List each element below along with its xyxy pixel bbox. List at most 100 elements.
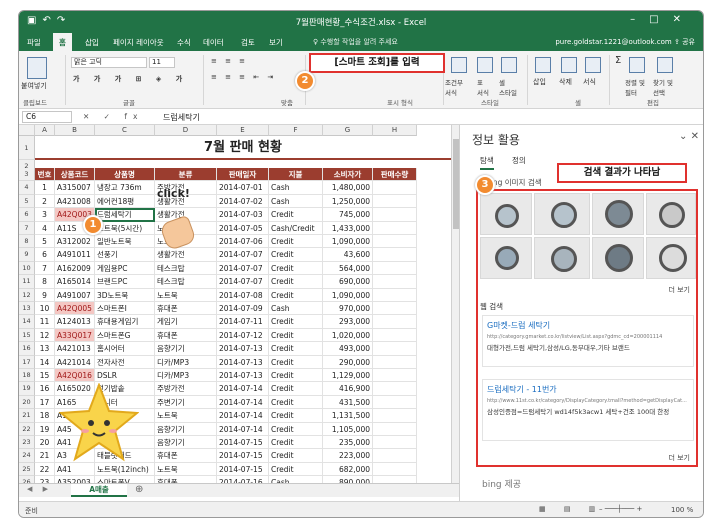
table-cell[interactable]: 노트북 [155,462,217,477]
row-header[interactable]: 5 [19,194,35,209]
row-header[interactable]: 9 [19,248,35,262]
sort-filter-icon[interactable] [629,57,645,73]
table-cell[interactable]: 14 [35,355,55,369]
table-cell[interactable]: 노트북 [155,288,217,302]
table-cell[interactable]: 493,000 [323,342,373,356]
table-cell[interactable]: 냉장고 736m [95,181,155,195]
table-cell[interactable]: Credit [269,261,323,276]
table-cell[interactable]: Credit [269,328,323,343]
pane-options-icon[interactable]: ⌄ [679,131,687,142]
table-cell[interactable] [373,181,417,195]
header-cell-col-e[interactable]: 판매일자 [217,168,269,182]
row-header[interactable]: 25 [19,462,35,477]
pane-controls[interactable]: ⌄ ✕ [679,131,699,142]
table-cell[interactable]: Credit [269,436,323,450]
table-cell[interactable]: 17 [35,395,55,410]
tab-define[interactable]: 정의 [512,155,526,166]
table-cell[interactable]: 1,250,000 [323,194,373,209]
row-header[interactable]: 1 [19,136,35,160]
table-cell[interactable]: 휴대용게임기 [95,315,155,329]
format-cells-button[interactable]: 서식 [583,77,596,87]
table-cell[interactable]: 1,090,000 [323,288,373,302]
table-cell[interactable]: 682,000 [323,462,373,477]
table-cell[interactable]: Cash [269,302,323,316]
table-cell[interactable]: A315007 [55,181,95,195]
image-result-4[interactable] [646,193,696,235]
table-cell[interactable]: 디카/MP3 [155,355,217,369]
table-cell[interactable]: Credit [269,355,323,369]
row-header[interactable]: 24 [19,449,35,463]
table-cell[interactable] [373,462,417,477]
row-header[interactable]: 7 [19,221,35,235]
table-cell[interactable]: A421013 [55,342,95,356]
row-header[interactable]: 13 [19,302,35,316]
web-result-2[interactable]: 드럼세탁기 - 11번가 http://www.11st.co.kr/categ… [482,379,694,441]
tab-explore[interactable]: 탐색 [480,155,494,170]
table-cell[interactable]: 전자사전 [95,355,155,369]
table-cell[interactable]: A491007 [55,288,95,302]
table-cell[interactable]: 2014-07-07 [217,275,269,289]
table-cell[interactable]: Cash/Credit [269,221,323,235]
table-cell[interactable]: 2014-07-14 [217,422,269,436]
tab-page-layout[interactable]: 페이지 레이아웃 [113,37,164,48]
conditional-format-button[interactable]: 조건부 서식 [445,77,463,97]
table-cell[interactable]: 5 [35,235,55,249]
table-cell[interactable]: 2014-07-13 [217,342,269,356]
table-cell[interactable]: 에어컨18평 [95,194,155,209]
table-cell[interactable]: 293,000 [323,315,373,329]
table-cell[interactable] [373,328,417,343]
table-cell[interactable]: Credit [269,248,323,262]
table-cell[interactable]: 431,500 [323,395,373,410]
tab-formulas[interactable]: 수식 [177,37,191,48]
table-cell[interactable]: 휴대폰 [155,302,217,316]
result-title[interactable]: G마켓-드럼 세탁기 [487,320,550,331]
table-cell[interactable]: 2014-07-15 [217,462,269,477]
table-cell[interactable] [373,355,417,369]
table-cell[interactable]: A421008 [55,194,95,209]
tab-insert[interactable]: 삽입 [85,37,99,48]
table-cell[interactable]: 음향기기 [155,422,217,436]
table-cell[interactable]: 1,129,000 [323,369,373,383]
font-size-box[interactable]: 11 [149,57,175,68]
column-header-d[interactable]: D [155,125,217,136]
conditional-format-icon[interactable] [451,57,467,73]
table-cell[interactable]: 235,000 [323,436,373,450]
table-cell[interactable]: 2014-07-12 [217,328,269,343]
table-cell[interactable]: A312002 [55,235,95,249]
table-cell[interactable]: Credit [269,275,323,289]
autosum-icon[interactable]: Σ [615,55,621,66]
row-header[interactable]: 15 [19,328,35,343]
cell-style-button[interactable]: 셀 스타일 [499,77,517,97]
paste-icon[interactable] [27,57,47,79]
table-cell[interactable]: 9 [35,288,55,302]
row-header[interactable]: 22 [19,422,35,436]
table-cell[interactable]: Credit [269,395,323,410]
table-cell[interactable] [373,302,417,316]
table-cell[interactable]: A421014 [55,355,95,369]
font-name-box[interactable]: 맑은 고딕 [71,57,147,68]
table-cell[interactable] [373,436,417,450]
table-cell[interactable]: 2014-07-14 [217,382,269,396]
maximize-icon[interactable]: □ [649,14,672,25]
table-cell[interactable]: A33Q017 [55,328,95,343]
table-cell[interactable]: 745,000 [323,208,373,222]
align-buttons-top[interactable]: ≡ ≡ ≡ [211,57,248,65]
table-cell[interactable]: 음향기기 [155,342,217,356]
table-cell[interactable]: 970,000 [323,302,373,316]
view-buttons[interactable]: ▦ ▤ ▥ [539,505,603,513]
table-cell[interactable]: 416,900 [323,382,373,396]
table-cell[interactable] [373,449,417,463]
table-cell[interactable] [373,208,417,222]
insert-cells-icon[interactable] [535,57,551,73]
table-cell[interactable]: 주방가전 [155,382,217,396]
image-result-5[interactable] [480,237,532,279]
table-cell[interactable]: Credit [269,369,323,383]
find-select-button[interactable]: 찾기 및 선택 [653,77,673,97]
table-cell[interactable] [373,409,417,423]
image-result-3[interactable] [592,193,644,235]
table-cell[interactable]: 21 [35,449,55,463]
row-header[interactable]: 11 [19,275,35,289]
table-cell[interactable]: 스마트폰I [95,302,155,316]
table-cell[interactable]: 6 [35,248,55,262]
table-cell[interactable]: Credit [269,342,323,356]
